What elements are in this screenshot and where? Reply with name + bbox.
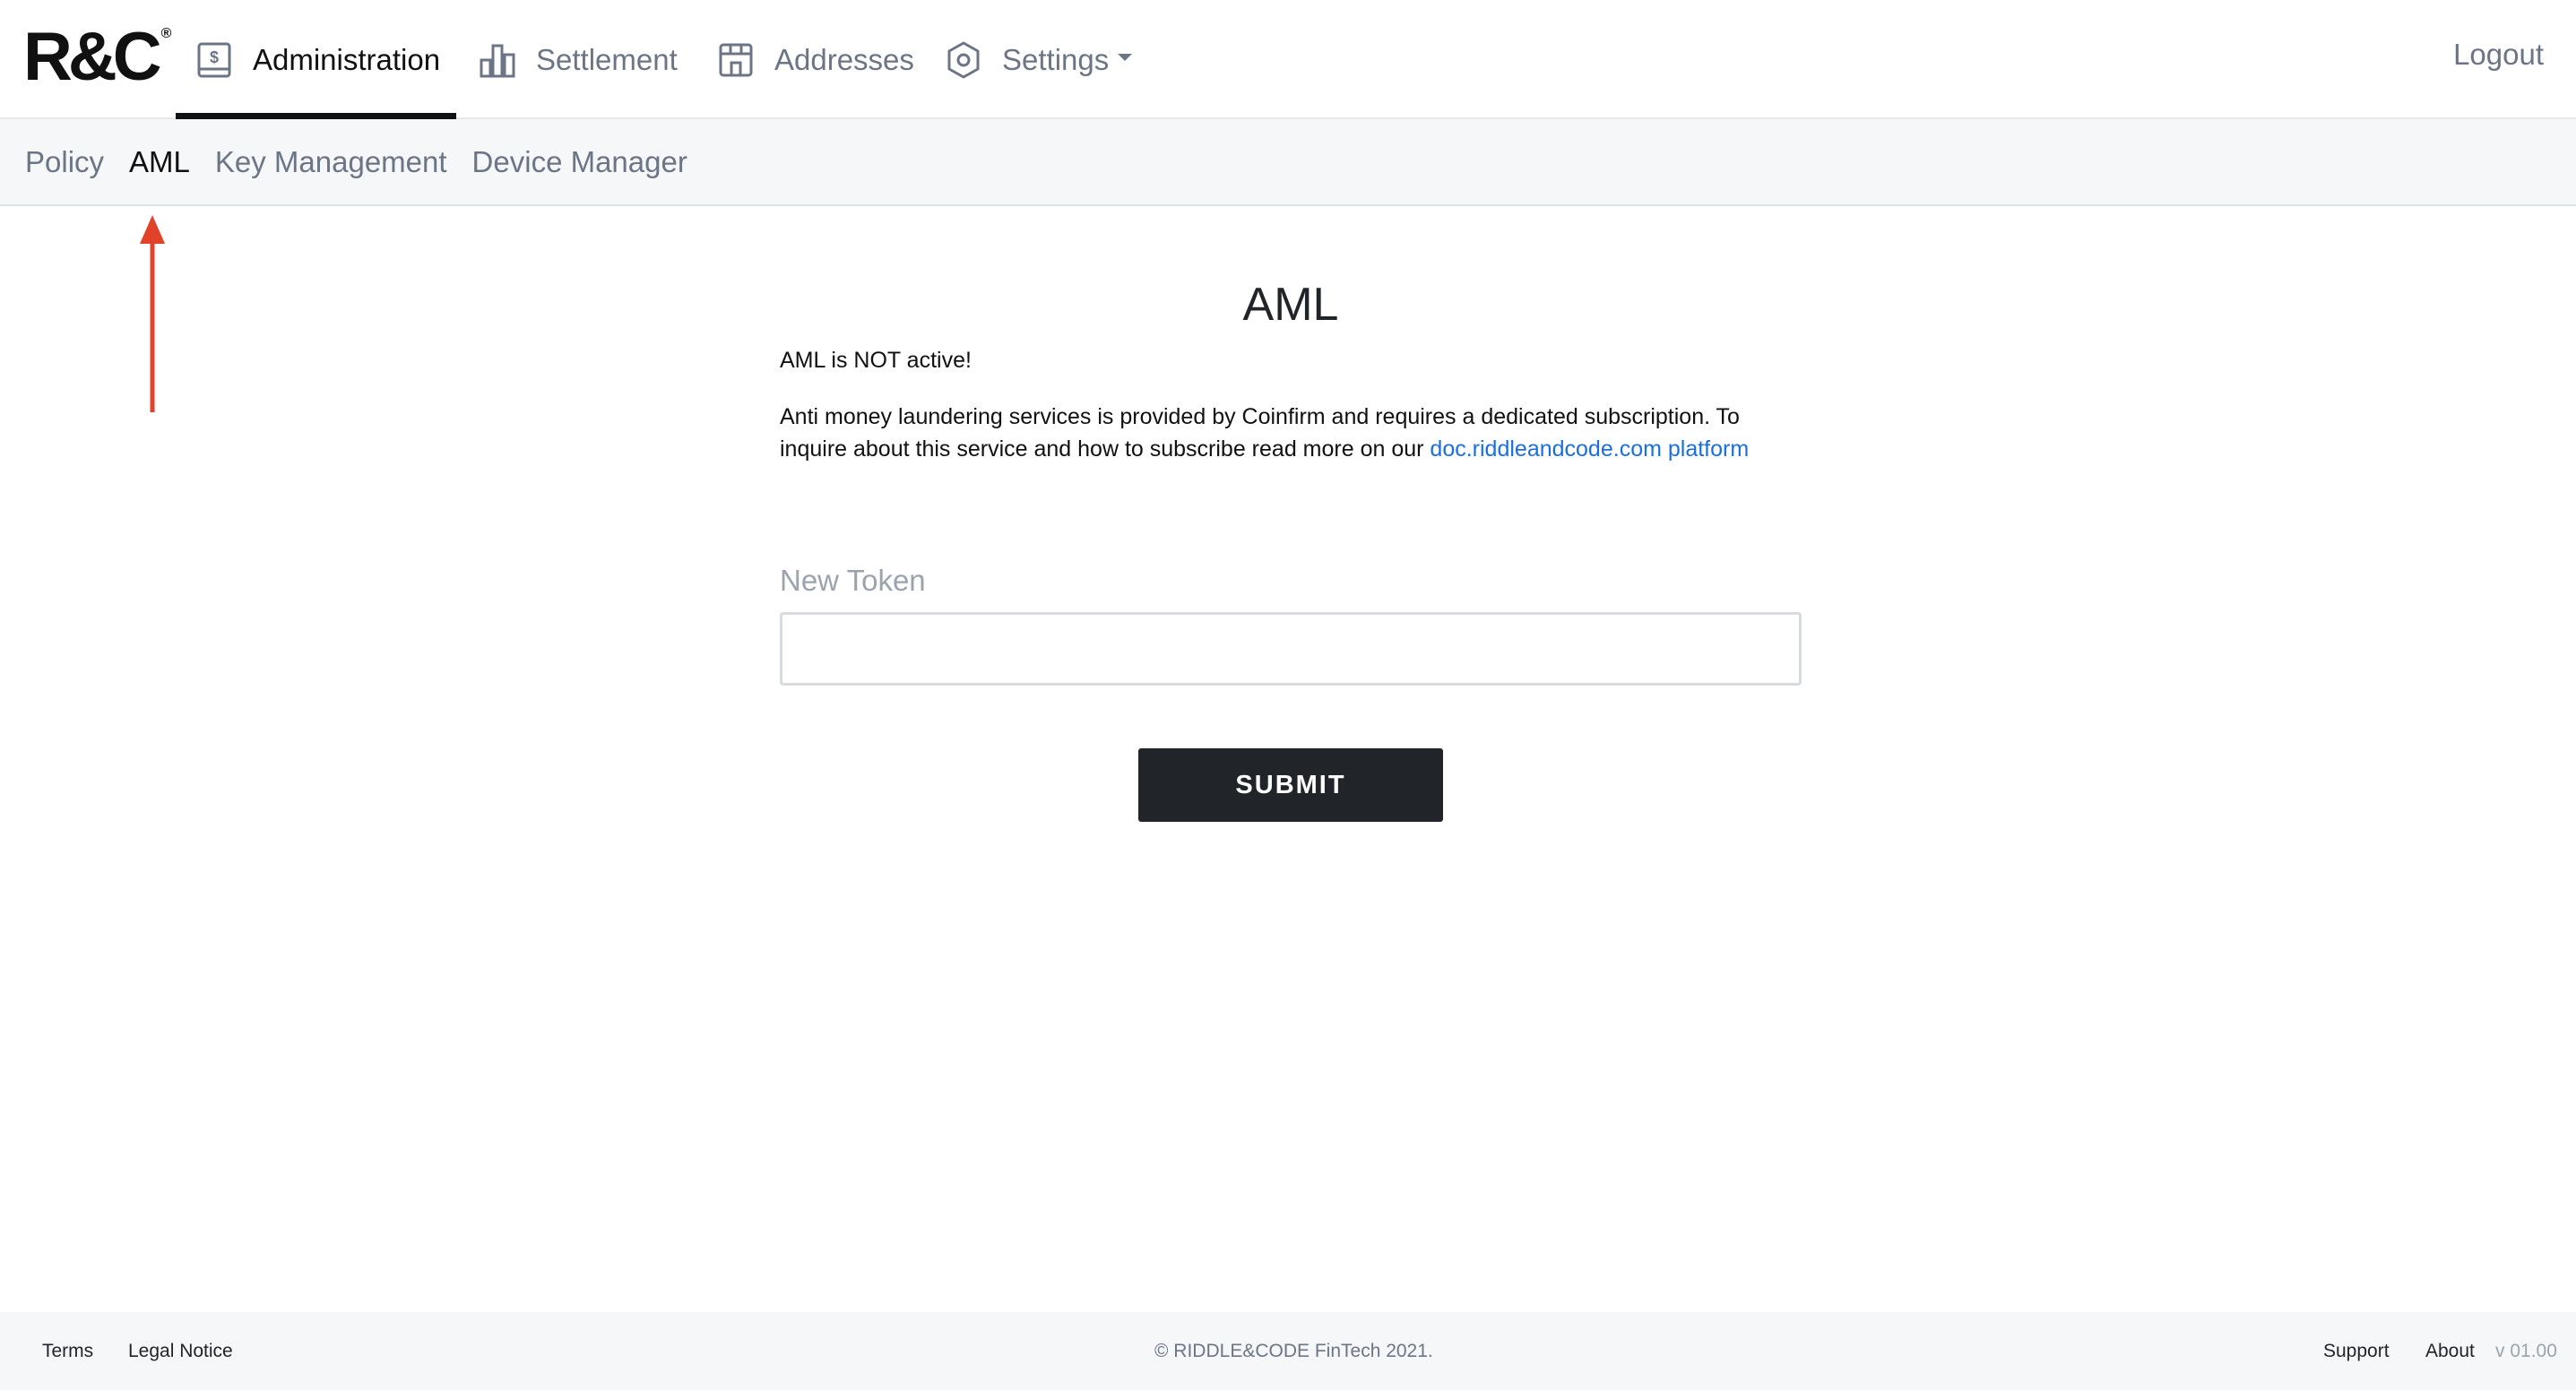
subnav-key-management[interactable]: Key Management bbox=[215, 145, 447, 179]
dollar-document-icon: $ bbox=[194, 39, 235, 81]
nav-addresses[interactable]: Addresses bbox=[715, 0, 914, 119]
annotation-arrow-icon bbox=[140, 215, 165, 412]
footer-about-link[interactable]: About bbox=[2425, 1312, 2475, 1390]
brand-logo[interactable]: R&C ® bbox=[23, 22, 171, 93]
subnav-policy[interactable]: Policy bbox=[25, 145, 104, 179]
chevron-down-icon bbox=[1118, 53, 1133, 61]
top-navbar: R&C ® $ Administration Settlement Addres… bbox=[0, 0, 2576, 119]
subnav-device-manager[interactable]: Device Manager bbox=[472, 145, 687, 179]
footer-support-link[interactable]: Support bbox=[2323, 1312, 2390, 1390]
nav-settings-dropdown[interactable]: Settings bbox=[943, 0, 1133, 119]
footer-copyright: © RIDDLE&CODE FinTech 2021. bbox=[1154, 1341, 1433, 1361]
nav-addresses-label: Addresses bbox=[774, 42, 914, 76]
bar-chart-icon bbox=[477, 39, 518, 81]
footer-terms-link[interactable]: Terms bbox=[42, 1312, 93, 1390]
gear-icon bbox=[943, 39, 984, 81]
submit-button[interactable]: SUBMIT bbox=[1138, 748, 1443, 822]
nav-settings-label: Settings bbox=[1002, 42, 1110, 76]
new-token-label: New Token bbox=[780, 564, 926, 597]
page-footer: Terms Legal Notice © RIDDLE&CODE FinTech… bbox=[0, 1312, 2576, 1390]
aml-status-text: AML is NOT active! bbox=[780, 348, 972, 373]
aml-panel: AML AML is NOT active! Anti money launde… bbox=[780, 269, 1802, 822]
nav-settlement-label: Settlement bbox=[536, 42, 678, 76]
aml-description: Anti money laundering services is provid… bbox=[780, 401, 1784, 465]
footer-legal-notice-link[interactable]: Legal Notice bbox=[128, 1312, 233, 1390]
docs-platform-link[interactable]: doc.riddleandcode.com platform bbox=[1430, 436, 1749, 462]
subnav-aml[interactable]: AML bbox=[129, 145, 190, 179]
sub-navigation: Policy AML Key Management Device Manager bbox=[0, 119, 2576, 206]
logout-link[interactable]: Logout bbox=[2453, 0, 2544, 109]
svg-text:$: $ bbox=[210, 48, 219, 66]
logo-registered-mark: ® bbox=[160, 26, 172, 41]
page-title: AML bbox=[1242, 279, 1339, 331]
nav-administration[interactable]: $ Administration bbox=[176, 0, 457, 119]
new-token-input[interactable] bbox=[780, 612, 1802, 686]
logo-text: R&C bbox=[23, 19, 162, 95]
footer-version: v 01.00 bbox=[2495, 1341, 2557, 1361]
nav-administration-label: Administration bbox=[253, 42, 441, 76]
storefront-icon bbox=[715, 39, 756, 81]
nav-settlement[interactable]: Settlement bbox=[477, 0, 678, 119]
